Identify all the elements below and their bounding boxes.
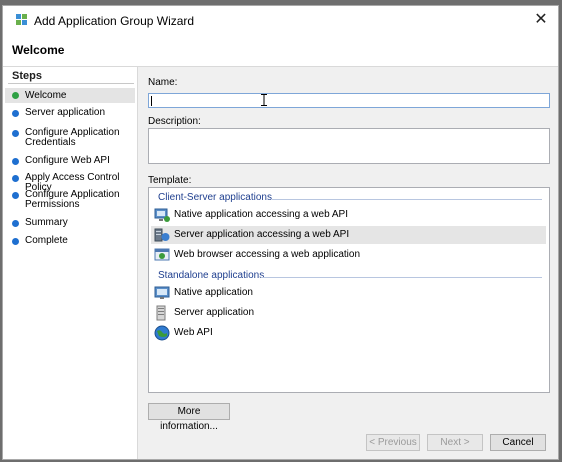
cancel-button[interactable]: Cancel [490, 434, 546, 451]
template-item-server-application[interactable]: Server application [151, 304, 546, 322]
template-item-server-app-web-api[interactable]: Server application accessing a web API [151, 226, 546, 244]
template-item-web-browser-web-app[interactable]: Web browser accessing a web application [151, 246, 546, 264]
step-pending-icon [12, 110, 19, 117]
web-browser-icon [154, 248, 170, 261]
step-label: Summary [25, 217, 68, 228]
template-item-label: Server application [174, 307, 255, 318]
step-configure-app-credentials: Configure Application Credentials [5, 127, 135, 149]
description-label: Description: [148, 116, 201, 127]
server-app-icon [156, 305, 166, 321]
step-current-icon [12, 92, 19, 99]
step-apply-access-control-policy: Apply Access Control Policy [5, 172, 135, 193]
native-client-icon [154, 208, 170, 222]
template-label: Template: [148, 175, 192, 186]
template-item-native-app-web-api[interactable]: Native application accessing a web API [151, 206, 546, 224]
step-pending-icon [12, 130, 19, 137]
server-client-icon [154, 228, 170, 242]
page-title: Welcome [12, 43, 65, 57]
wizard-content: Name: Description: Template: Client-Serv… [138, 67, 558, 459]
globe-icon [154, 325, 170, 341]
step-label-line2: Permissions [25, 199, 80, 210]
step-label: Welcome [25, 90, 67, 101]
step-label-line2: Credentials [25, 137, 76, 148]
wizard-window: Add Application Group Wizard ✕ Welcome S… [2, 5, 559, 460]
previous-button[interactable]: < Previous [366, 434, 420, 451]
steps-panel: Steps Welcome Server application Configu… [3, 67, 138, 459]
name-input[interactable] [148, 93, 550, 108]
group-divider [272, 199, 542, 200]
template-list[interactable]: Client-Server applications Native applic… [148, 187, 550, 393]
step-label: Complete [25, 235, 68, 246]
template-item-label: Web browser accessing a web application [174, 249, 361, 260]
step-configure-web-api: Configure Web API [5, 155, 135, 169]
step-label: Server application [25, 107, 106, 118]
step-complete: Complete [5, 235, 135, 249]
window-title: Add Application Group Wizard [34, 14, 195, 28]
native-app-icon [154, 286, 170, 299]
application-group-icon [16, 14, 27, 25]
step-configure-app-permissions: Configure Application Permissions [5, 189, 135, 211]
step-label: Configure Application Credentials [25, 128, 120, 148]
step-pending-icon [12, 175, 19, 182]
template-item-label: Server application accessing a web API [174, 229, 350, 240]
step-pending-icon [12, 238, 19, 245]
template-item-label: Web API [174, 327, 213, 338]
close-button[interactable]: ✕ [528, 9, 554, 31]
step-server-application: Server application [5, 107, 135, 121]
close-icon: ✕ [534, 11, 548, 28]
step-pending-icon [12, 220, 19, 227]
text-caret [151, 96, 152, 106]
wizard-body: Steps Welcome Server application Configu… [3, 67, 558, 459]
step-label: Configure Application Permissions [25, 190, 120, 210]
step-summary: Summary [5, 217, 135, 231]
next-button[interactable]: Next > [427, 434, 483, 451]
template-item-native-application[interactable]: Native application [151, 284, 546, 302]
step-welcome: Welcome [5, 88, 135, 103]
template-item-label: Native application accessing a web API [174, 209, 348, 220]
step-label: Configure Web API [25, 155, 110, 166]
title-bar: Add Application Group Wizard ✕ [3, 6, 558, 34]
more-information-button[interactable]: More information... [148, 403, 230, 432]
description-field[interactable] [148, 128, 550, 164]
template-item-web-api[interactable]: Web API [151, 324, 546, 342]
group-header-standalone: Standalone applications [158, 270, 265, 281]
step-pending-icon [12, 158, 19, 165]
steps-divider [8, 83, 134, 84]
name-label: Name: [148, 77, 178, 88]
template-item-label: Native application [174, 287, 253, 298]
ibeam-cursor-icon [261, 94, 267, 106]
group-header-client-server: Client-Server applications [158, 192, 272, 203]
steps-heading: Steps [12, 70, 42, 82]
step-pending-icon [12, 192, 19, 199]
wizard-header: Welcome [3, 34, 558, 67]
group-divider [261, 277, 542, 278]
